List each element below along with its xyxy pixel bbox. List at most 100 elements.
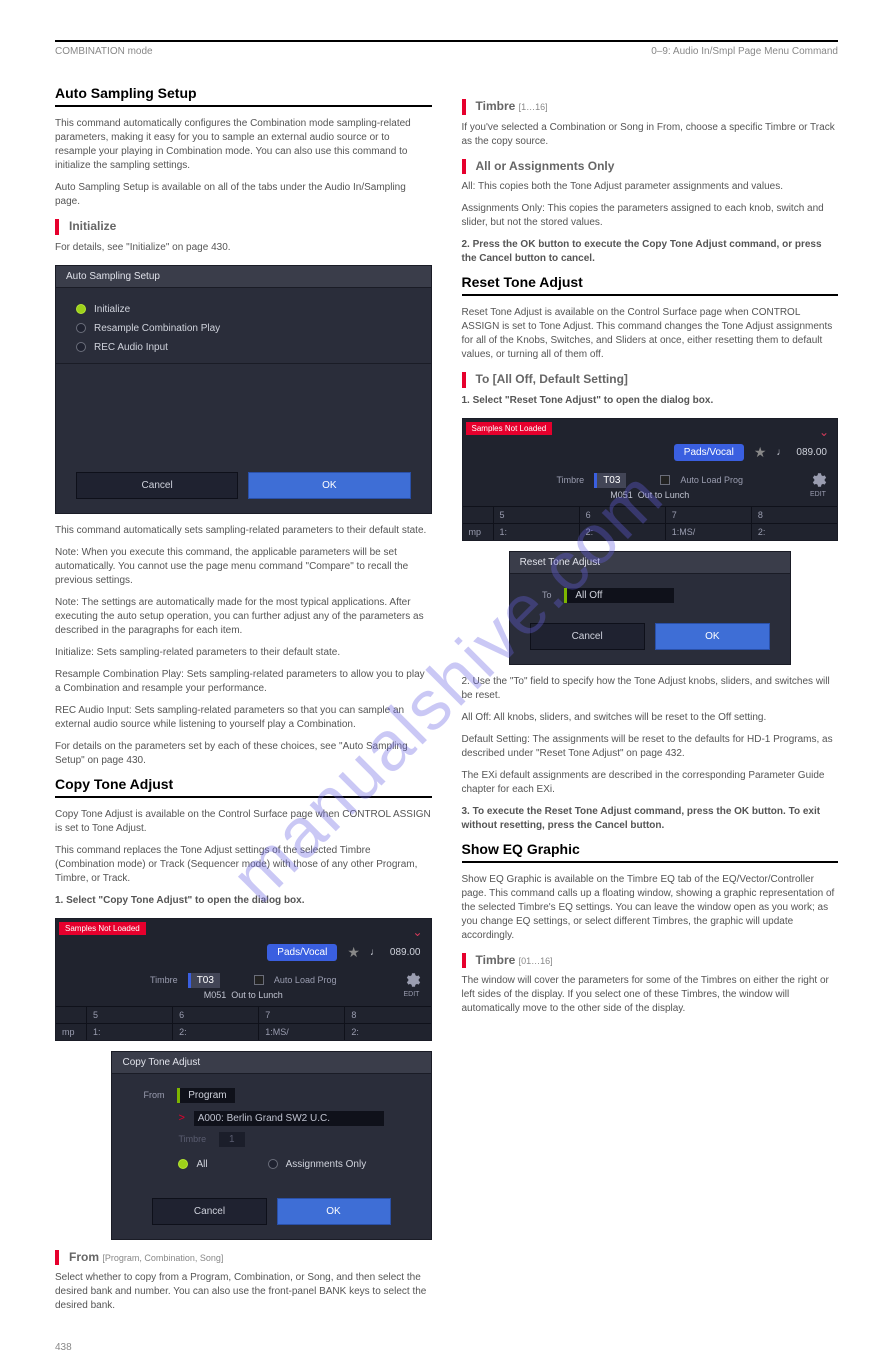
body-text: Show EQ Graphic is available on the Timb… xyxy=(462,873,839,943)
category-pill[interactable]: Pads/Vocal xyxy=(674,444,744,461)
red-marker xyxy=(462,159,466,175)
gear-icon xyxy=(809,471,827,489)
program-name-field[interactable]: A000: Berlin Grand SW2 U.C. xyxy=(194,1111,384,1126)
tempo-value[interactable]: 089.00 xyxy=(390,947,421,958)
body-text: This command automatically sets sampling… xyxy=(55,524,432,538)
sub-timbre-page: Timbre [01…16] xyxy=(476,953,553,969)
prog-name: Out to Lunch xyxy=(638,490,690,500)
timbre-value[interactable]: T03 xyxy=(594,473,626,488)
screenshot-reset-tone-adjust: Reset Tone Adjust To All Off Cancel OK xyxy=(509,551,791,665)
dialog-title: Auto Sampling Setup xyxy=(56,266,431,288)
body-text: Resample Combination Play: Sets sampling… xyxy=(55,668,432,696)
sub-timbre: Timbre [1…16] xyxy=(476,99,548,115)
prog-id: M051 xyxy=(204,990,227,1000)
body-text: Note: The settings are automatically mad… xyxy=(55,596,432,638)
timbre-copy-value: 1 xyxy=(219,1132,245,1147)
section-show-eq-graphic: Show EQ Graphic xyxy=(462,841,839,863)
body-text: Select whether to copy from a Program, C… xyxy=(55,1271,432,1313)
star-icon[interactable]: ★ xyxy=(754,444,767,461)
table-row: 5 6 7 8 xyxy=(56,1006,431,1023)
body-text: 2. Use the "To" field to specify how the… xyxy=(462,675,839,703)
radio-option[interactable]: REC Audio Input xyxy=(76,338,411,357)
body-text: This command automatically configures th… xyxy=(55,117,432,173)
table-row: mp 1: 2: 1:MS/ 2: xyxy=(56,1023,431,1040)
timbre-value[interactable]: T03 xyxy=(188,973,220,988)
body-text: 3. To execute the Reset Tone Adjust comm… xyxy=(462,805,839,833)
radio-label: REC Audio Input xyxy=(94,342,168,353)
section-copy-tone-adjust: Copy Tone Adjust xyxy=(55,776,432,798)
body-text: Assignments Only: This copies the parame… xyxy=(462,202,839,230)
table-row: mp 1: 2: 1:MS/ 2: xyxy=(463,523,838,540)
body-text: Auto Sampling Setup is available on all … xyxy=(55,181,432,209)
body-text: Initialize: Sets sampling-related parame… xyxy=(55,646,432,660)
to-value[interactable]: All Off xyxy=(564,588,674,603)
screenshot-auto-sampling: Auto Sampling Setup Initialize Resample … xyxy=(55,265,432,514)
radio-label: Assignments Only xyxy=(286,1159,367,1170)
red-marker xyxy=(462,372,466,388)
table-row: 5 6 7 8 xyxy=(463,506,838,523)
body-text: REC Audio Input: Sets sampling-related p… xyxy=(55,704,432,732)
edit-gear[interactable]: EDIT xyxy=(809,471,827,498)
body-text: For details, see "Initialize" on page 43… xyxy=(55,241,432,255)
arrow-right-icon[interactable]: > xyxy=(178,1112,184,1124)
prog-name: Out to Lunch xyxy=(231,990,283,1000)
red-marker xyxy=(55,219,59,235)
prog-id: M051 xyxy=(610,490,633,500)
samples-not-loaded-badge: Samples Not Loaded xyxy=(59,922,146,935)
autoload-label: Auto Load Prog xyxy=(274,975,337,985)
page-number: 438 xyxy=(55,1342,72,1353)
edit-label: EDIT xyxy=(810,491,826,498)
radio-label: All xyxy=(196,1159,207,1170)
category-pill[interactable]: Pads/Vocal xyxy=(267,944,337,961)
tempo-indicator: ♩ xyxy=(776,447,786,458)
radio-option[interactable]: Initialize xyxy=(76,300,411,319)
cancel-button[interactable]: Cancel xyxy=(76,472,238,499)
chevron-down-icon[interactable]: ⌄ xyxy=(819,425,829,439)
radio-option[interactable]: Resample Combination Play xyxy=(76,319,411,338)
body-text: 1. Select "Copy Tone Adjust" to open the… xyxy=(55,894,432,908)
radio-on-icon xyxy=(76,304,86,314)
star-icon[interactable]: ★ xyxy=(347,944,360,961)
body-text: Copy Tone Adjust is available on the Con… xyxy=(55,808,432,836)
gear-icon xyxy=(403,971,421,989)
ok-button[interactable]: OK xyxy=(248,472,410,499)
section-reset-tone-adjust: Reset Tone Adjust xyxy=(462,274,839,296)
radio-off-icon xyxy=(268,1159,278,1169)
chevron-down-icon[interactable]: ⌄ xyxy=(412,925,422,939)
timbre-label: Timbre xyxy=(557,475,585,485)
tempo-value[interactable]: 089.00 xyxy=(796,447,827,458)
body-text: The window will cover the parameters for… xyxy=(462,974,839,1016)
body-text: Note: When you execute this command, the… xyxy=(55,546,432,588)
autoload-checkbox[interactable] xyxy=(660,475,670,485)
ok-button[interactable]: OK xyxy=(277,1198,391,1225)
sub-to: To [All Off, Default Setting] xyxy=(476,372,628,388)
ok-button[interactable]: OK xyxy=(655,623,770,650)
radio-on-icon xyxy=(178,1159,188,1169)
edit-gear[interactable]: EDIT xyxy=(403,971,421,998)
from-value[interactable]: Program xyxy=(177,1088,234,1103)
sub-all-assignments: All or Assignments Only xyxy=(476,159,615,175)
edit-label: EDIT xyxy=(404,991,420,998)
sub-initialize: Initialize xyxy=(69,219,116,235)
header-right: 0–9: Audio In/Smpl Page Menu Command xyxy=(651,46,838,57)
body-text: If you've selected a Combination or Song… xyxy=(462,121,839,149)
radio-option[interactable]: All xyxy=(178,1155,207,1174)
body-text: This command replaces the Tone Adjust se… xyxy=(55,844,432,886)
to-label: To xyxy=(528,590,552,600)
body-text: All: This copies both the Tone Adjust pa… xyxy=(462,180,839,194)
body-text: 2. Press the OK button to execute the Co… xyxy=(462,238,839,266)
autoload-checkbox[interactable] xyxy=(254,975,264,985)
radio-off-icon xyxy=(76,342,86,352)
body-text: For details on the parameters set by eac… xyxy=(55,740,432,768)
screenshot-combi-top: Samples Not Loaded ⌄ Pads/Vocal ★ ♩ 089.… xyxy=(55,918,432,1041)
dialog-title: Reset Tone Adjust xyxy=(510,552,790,574)
radio-label: Initialize xyxy=(94,304,130,315)
cancel-button[interactable]: Cancel xyxy=(152,1198,266,1225)
body-text: All Off: All knobs, sliders, and switche… xyxy=(462,711,839,725)
autoload-label: Auto Load Prog xyxy=(680,475,743,485)
body-text: The EXi default assignments are describe… xyxy=(462,769,839,797)
radio-option[interactable]: Assignments Only xyxy=(268,1155,367,1174)
screenshot-copy-tone-adjust: Copy Tone Adjust From Program > A000: Be… xyxy=(111,1051,431,1240)
cancel-button[interactable]: Cancel xyxy=(530,623,645,650)
section-auto-sampling: Auto Sampling Setup xyxy=(55,85,432,107)
